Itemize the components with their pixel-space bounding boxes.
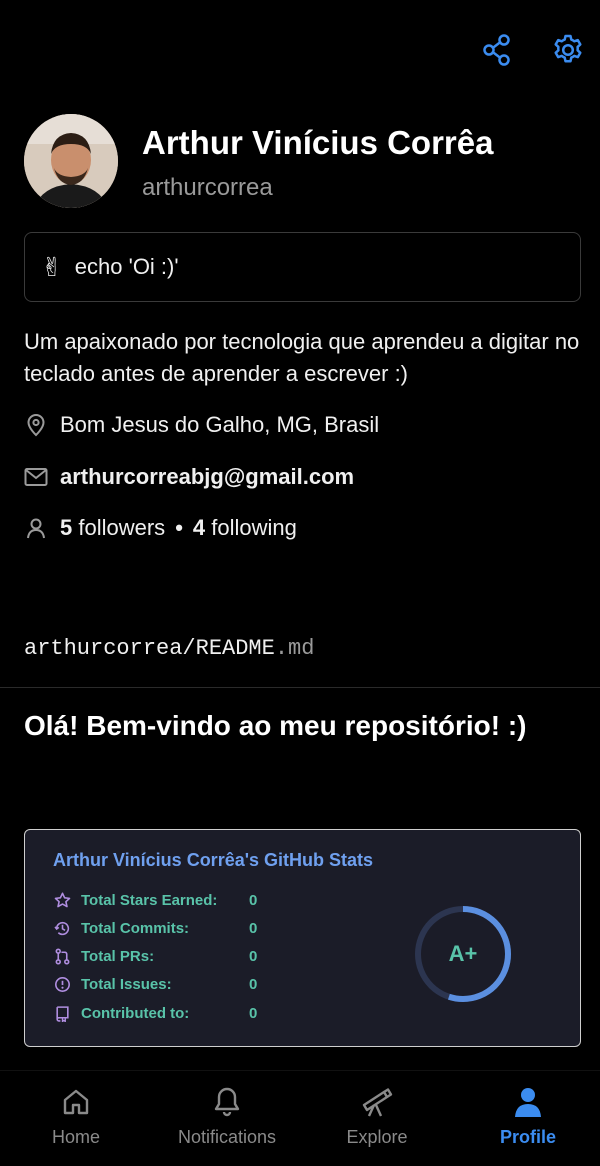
github-stats-card: Arthur Vinícius Corrêa's GitHub Stats To…: [24, 829, 581, 1047]
stats-card-title: Arthur Vinícius Corrêa's GitHub Stats: [53, 850, 374, 870]
status-text: echo 'Oi :)': [74, 254, 179, 279]
profile-username: arthurcorrea: [142, 174, 273, 201]
bell-icon: [210, 1085, 244, 1119]
location-pin-icon: [24, 413, 48, 437]
avatar[interactable]: [24, 114, 118, 208]
profile-name: Arthur Vinícius Corrêa: [142, 124, 494, 161]
nav-explore[interactable]: Explore: [302, 1085, 452, 1155]
stat-row-commits: Total Commits: 0: [53, 917, 257, 939]
follow-row: 5 followers • 4 following: [24, 515, 297, 541]
stat-row-issues: Total Issues: 0: [53, 973, 257, 995]
nav-profile[interactable]: Profile: [453, 1085, 600, 1155]
share-button[interactable]: [477, 30, 517, 70]
follow-separator: •: [175, 515, 183, 540]
gear-icon: [554, 34, 582, 63]
issue-icon: [53, 975, 71, 993]
home-icon: [59, 1085, 93, 1119]
readme-path-ext: .md: [274, 636, 315, 661]
repo-icon: [53, 1004, 71, 1022]
following-link[interactable]: 4 following: [193, 515, 297, 541]
telescope-icon: [360, 1085, 394, 1119]
location-row: Bom Jesus do Galho, MG, Brasil: [24, 412, 379, 438]
star-icon: [53, 891, 71, 909]
nav-home[interactable]: Home: [1, 1085, 151, 1155]
followers-count: 5: [60, 515, 73, 540]
followers-label: followers: [78, 515, 166, 540]
readme-heading: Olá! Bem-vindo ao meu repositório! :): [24, 710, 527, 741]
person-icon: [511, 1085, 545, 1119]
email-link[interactable]: arthurcorreabjg@gmail.com: [60, 464, 354, 490]
status-box[interactable]: ✌ echo 'Oi :)': [24, 232, 581, 302]
bottom-navigation: Home Notifications Explore Profile: [0, 1070, 600, 1166]
divider: [0, 687, 600, 688]
following-label: following: [211, 515, 297, 540]
stat-row-contributed: Contributed to: 0: [53, 1002, 257, 1024]
following-count: 4: [192, 515, 206, 540]
rank-label: A+: [448, 941, 478, 966]
email-row[interactable]: arthurcorreabjg@gmail.com: [24, 464, 354, 490]
stat-row-prs: Total PRs: 0: [53, 945, 257, 967]
pull-request-icon: [53, 947, 71, 965]
share-icon: [483, 34, 510, 66]
followers-link[interactable]: 5 followers: [60, 515, 165, 541]
readme-path-main: arthurcorrea/README: [24, 636, 275, 661]
history-icon: [53, 919, 71, 937]
profile-header: Arthur Vinícius Corrêa arthurcorrea: [24, 114, 584, 210]
settings-button[interactable]: [548, 30, 588, 70]
person-outline-icon: [24, 516, 48, 540]
location-text: Bom Jesus do Galho, MG, Brasil: [60, 412, 380, 437]
nav-notifications[interactable]: Notifications: [152, 1085, 302, 1155]
mail-icon: [24, 465, 48, 489]
victory-hand-emoji: ✌: [41, 251, 63, 282]
avatar-image: [24, 114, 118, 208]
top-bar: [0, 0, 600, 100]
profile-bio: Um apaixonado por tecnologia que aprende…: [24, 329, 580, 386]
readme-path[interactable]: arthurcorrea/README.md: [24, 636, 314, 661]
stat-row-stars: Total Stars Earned: 0: [53, 889, 257, 911]
